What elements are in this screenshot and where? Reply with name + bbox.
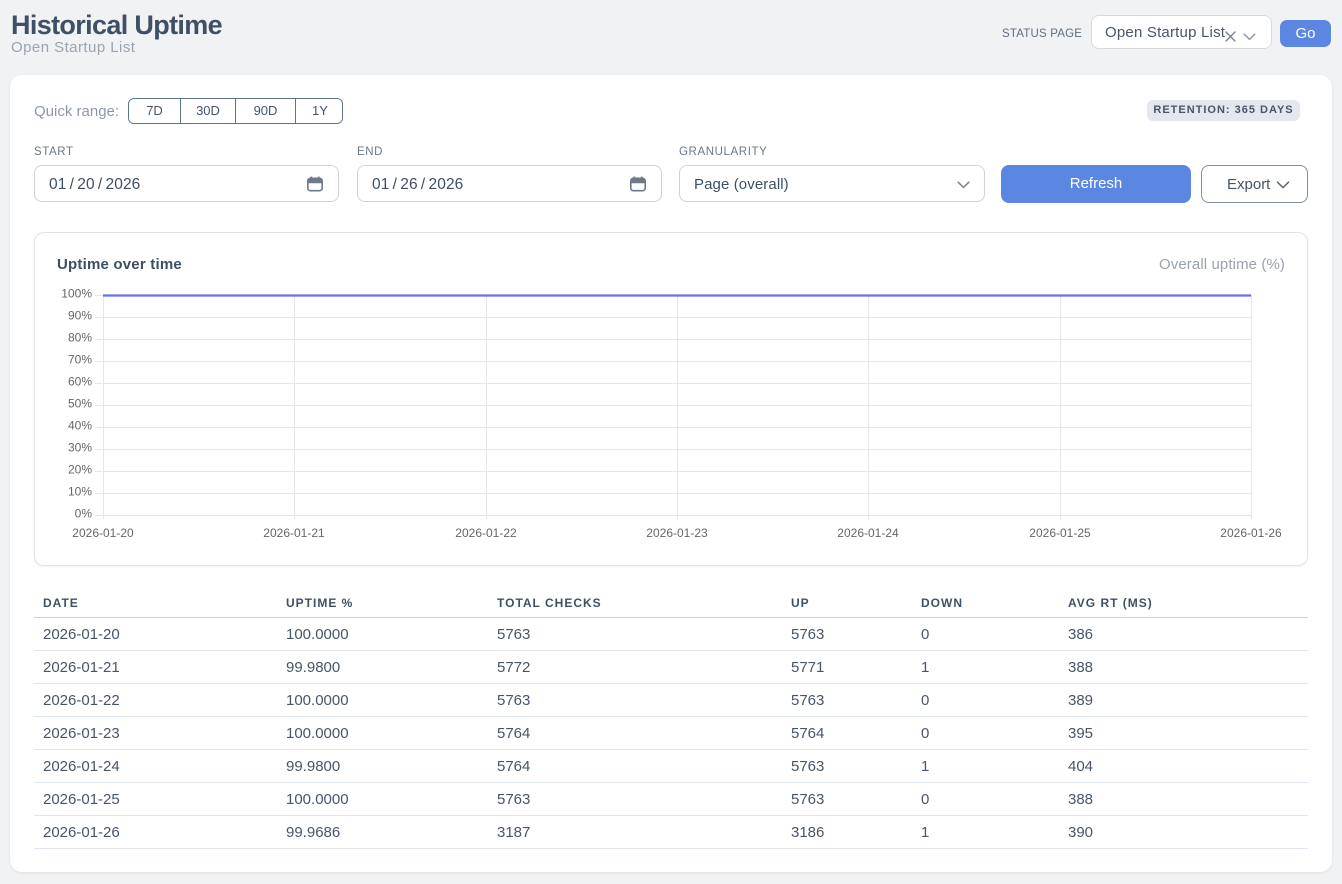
svg-text:2026-01-26: 2026-01-26 [1220,526,1282,540]
svg-text:10%: 10% [68,485,92,499]
svg-text:40%: 40% [68,419,92,433]
svg-text:30%: 30% [68,441,92,455]
svg-text:2026-01-20: 2026-01-20 [72,526,134,540]
svg-text:50%: 50% [68,397,92,411]
svg-text:0%: 0% [75,507,93,521]
svg-text:2026-01-23: 2026-01-23 [646,526,708,540]
svg-text:70%: 70% [68,353,92,367]
svg-text:20%: 20% [68,463,92,477]
svg-text:60%: 60% [68,375,92,389]
svg-text:90%: 90% [68,309,92,323]
svg-text:80%: 80% [68,331,92,345]
svg-text:2026-01-21: 2026-01-21 [263,526,325,540]
svg-text:2026-01-24: 2026-01-24 [837,526,899,540]
svg-text:2026-01-22: 2026-01-22 [455,526,517,540]
svg-text:2026-01-25: 2026-01-25 [1029,526,1091,540]
svg-text:100%: 100% [61,287,92,301]
